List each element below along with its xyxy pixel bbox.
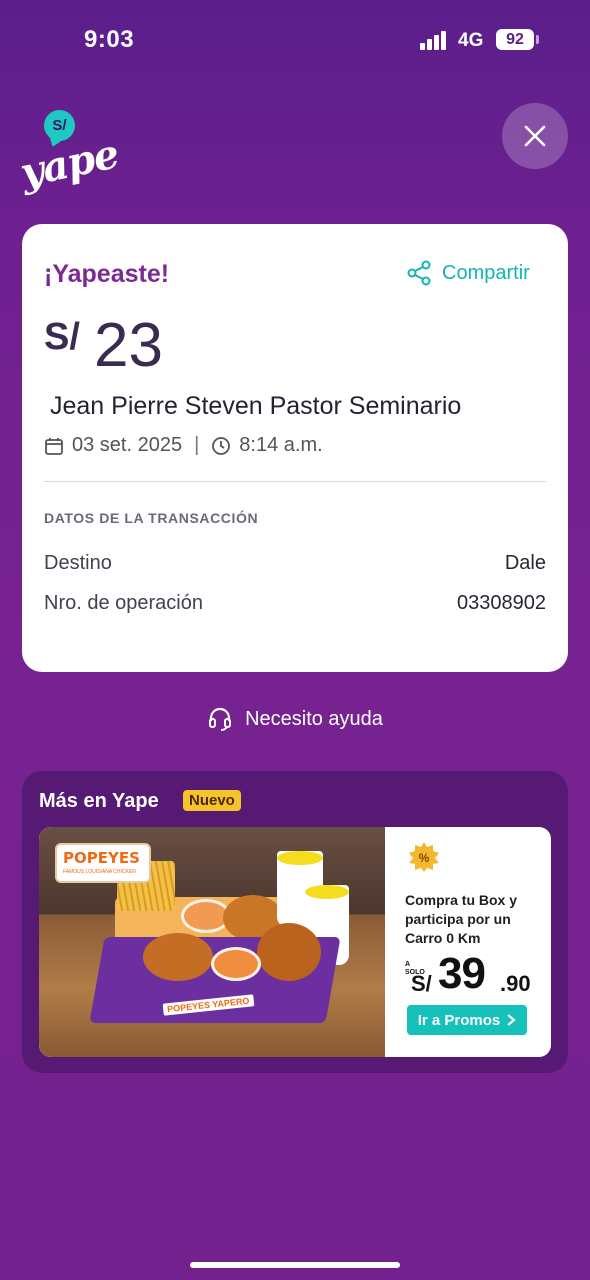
svg-text:%: % bbox=[419, 851, 430, 865]
section-title: DATOS DE LA TRANSACCIÓN bbox=[44, 510, 259, 526]
price-decimals: .90 bbox=[500, 971, 531, 996]
promo-image: POPEYES YAPERO POPEYES FAMOUS LOUISIANA … bbox=[39, 827, 385, 1057]
row-operation: Nro. de operación 03308902 bbox=[44, 592, 546, 615]
new-badge: Nuevo bbox=[183, 790, 241, 811]
price-currency: S/ bbox=[411, 971, 432, 996]
price-integer: 39 bbox=[438, 949, 486, 998]
promo-button[interactable]: Ir a Promos bbox=[407, 1005, 527, 1035]
help-label: Necesito ayuda bbox=[245, 707, 383, 730]
promo-banner[interactable]: POPEYES YAPERO POPEYES FAMOUS LOUISIANA … bbox=[39, 827, 551, 1057]
chevron-right-icon bbox=[507, 1014, 516, 1026]
share-button[interactable]: Compartir bbox=[406, 260, 530, 286]
promo-text: Compra tu Box y participa por un Carro 0… bbox=[405, 892, 518, 946]
status-bar: 9:03 4G 92 bbox=[0, 0, 590, 80]
help-button[interactable]: Necesito ayuda bbox=[0, 706, 590, 732]
yape-logo: S/ yape bbox=[16, 108, 122, 198]
share-label: Compartir bbox=[442, 261, 530, 284]
card-title: ¡Yapeaste! bbox=[44, 260, 170, 288]
network-type: 4G bbox=[458, 30, 484, 51]
logo-word: yape bbox=[16, 130, 123, 197]
status-time: 9:03 bbox=[84, 26, 135, 53]
receipt-card: ¡Yapeaste! Compartir S/ 23 Jean Pierre S… bbox=[22, 224, 568, 672]
close-button[interactable] bbox=[502, 103, 568, 169]
transaction-datetime: 03 set. 2025 | 8:14 a.m. bbox=[44, 434, 323, 457]
row-label: Nro. de operación bbox=[44, 592, 203, 614]
recipient-name: Jean Pierre Steven Pastor Seminario bbox=[50, 392, 462, 420]
datetime-separator: | bbox=[194, 434, 200, 456]
close-icon bbox=[524, 125, 546, 147]
promo-button-label: Ir a Promos bbox=[417, 1011, 501, 1029]
more-in-yape-panel: Más en Yape Nuevo POPEYES YAPERO POPEYES… bbox=[22, 771, 568, 1073]
more-title: Más en Yape bbox=[39, 790, 159, 812]
popeyes-brand: POPEYES bbox=[63, 849, 140, 867]
amount-currency: S/ bbox=[44, 316, 80, 358]
transaction-date: 03 set. 2025 bbox=[72, 434, 183, 456]
amount-value: 23 bbox=[94, 311, 163, 380]
sauce-cup bbox=[211, 947, 261, 981]
clock-icon bbox=[212, 436, 231, 455]
chicken-piece bbox=[257, 923, 321, 981]
row-value: 03308902 bbox=[457, 592, 546, 614]
popeyes-brand-sub: FAMOUS LOUISIANA CHICKEN bbox=[63, 869, 136, 875]
popeyes-logo: POPEYES FAMOUS LOUISIANA CHICKEN bbox=[55, 843, 151, 883]
row-destino: Destino Dale bbox=[44, 552, 546, 575]
calendar-icon bbox=[45, 437, 63, 455]
headset-icon bbox=[209, 707, 232, 731]
row-value: Dale bbox=[504, 552, 546, 574]
home-indicator[interactable] bbox=[190, 1262, 400, 1268]
logo-bubble: S/ bbox=[44, 110, 75, 141]
transaction-time: 8:14 a.m. bbox=[239, 434, 323, 456]
chicken-piece bbox=[143, 933, 213, 981]
signal-icon bbox=[420, 30, 450, 50]
share-icon bbox=[407, 260, 431, 286]
battery-tip bbox=[536, 35, 539, 44]
divider bbox=[44, 481, 546, 482]
discount-badge-icon: % bbox=[409, 842, 439, 872]
row-label: Destino bbox=[44, 552, 112, 574]
battery-icon: 92 bbox=[496, 29, 534, 50]
